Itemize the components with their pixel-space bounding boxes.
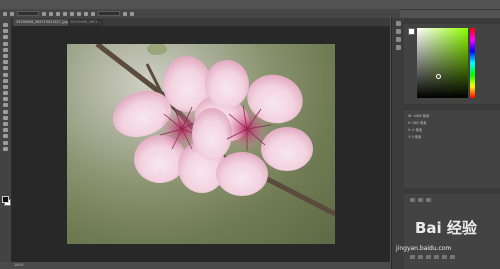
edit-toolbar-icon[interactable] xyxy=(3,146,8,151)
properties-row: X: 0 像素 xyxy=(408,128,423,132)
align-left-icon[interactable] xyxy=(49,11,53,16)
brush-tool[interactable] xyxy=(3,66,8,71)
align-top-icon[interactable] xyxy=(70,11,74,16)
actions-panel-icon[interactable] xyxy=(396,29,401,34)
delete-layer-icon[interactable] xyxy=(450,255,455,259)
layer-mask-icon[interactable] xyxy=(426,255,431,259)
character-panel-icon[interactable] xyxy=(396,45,401,50)
eraser-tool[interactable] xyxy=(3,84,8,89)
color-panel-swatch[interactable] xyxy=(408,28,415,35)
type-tool[interactable] xyxy=(3,115,8,120)
brush-settings-icon[interactable] xyxy=(396,37,401,42)
layer-style-icon[interactable] xyxy=(418,255,423,259)
align-middle-icon[interactable] xyxy=(77,11,81,16)
3d-pan-icon[interactable] xyxy=(130,11,134,16)
history-panel-icon[interactable] xyxy=(396,21,401,26)
lasso-tool[interactable] xyxy=(3,35,8,40)
move-tool-icon[interactable] xyxy=(10,11,14,16)
color-picker-field[interactable] xyxy=(417,28,468,98)
3d-rotate-icon[interactable] xyxy=(123,11,127,16)
tools-panel xyxy=(0,18,12,269)
watermark-url: jingyan.baidu.com xyxy=(396,245,452,252)
distribute-icon[interactable] xyxy=(91,11,95,16)
quick-select-tool[interactable] xyxy=(3,41,8,46)
properties-panel-header[interactable] xyxy=(404,104,500,110)
align-right-icon[interactable] xyxy=(63,11,67,16)
peach-blossom-photo xyxy=(95,44,335,217)
link-layers-icon[interactable] xyxy=(410,255,415,259)
align-center-icon[interactable] xyxy=(56,11,60,16)
history-brush-tool[interactable] xyxy=(3,78,8,83)
watermark-logo: Bai 经验 xyxy=(415,219,477,237)
tab-document-inactive[interactable]: 20190406_0851... xyxy=(68,19,103,26)
crop-tool[interactable] xyxy=(3,47,8,52)
hand-tool[interactable] xyxy=(3,134,8,139)
document-tabs: 20190406_085719421317_jpg @ 100%(RGB/8#)… xyxy=(12,18,390,26)
color-picker-cursor[interactable] xyxy=(436,74,441,79)
layer-lock-icon[interactable] xyxy=(418,198,423,202)
foreground-color-swatch[interactable] xyxy=(2,196,9,203)
canvas-image[interactable] xyxy=(67,44,335,244)
healing-brush-tool[interactable] xyxy=(3,60,8,65)
align-bottom-icon[interactable] xyxy=(84,11,88,16)
color-panel-header[interactable] xyxy=(404,18,500,24)
layers-panel-header[interactable] xyxy=(404,188,500,194)
transform-controls-checkbox[interactable] xyxy=(42,11,46,16)
hue-slider[interactable] xyxy=(470,28,475,98)
properties-row: W: 1086 像素 xyxy=(408,114,430,118)
clone-stamp-tool[interactable] xyxy=(3,72,8,77)
shape-tool[interactable] xyxy=(3,128,8,133)
new-layer-icon[interactable] xyxy=(442,255,447,259)
3d-mode-dropdown[interactable] xyxy=(98,11,120,16)
layer-filter-icon[interactable] xyxy=(410,198,415,202)
move-tool[interactable] xyxy=(3,23,8,27)
layer-fill-icon[interactable] xyxy=(426,198,431,202)
blur-tool[interactable] xyxy=(3,97,8,102)
eyedropper-tool[interactable] xyxy=(3,53,8,58)
properties-row: H: 885 像素 xyxy=(408,121,427,125)
options-bar xyxy=(0,9,400,18)
auto-select-dropdown[interactable] xyxy=(17,11,39,16)
path-select-tool[interactable] xyxy=(3,122,8,126)
home-icon[interactable] xyxy=(3,11,7,16)
gradient-tool[interactable] xyxy=(3,91,8,96)
collapsed-panel-icons xyxy=(391,18,405,269)
zoom-level[interactable]: 100% xyxy=(14,263,24,267)
pen-tool[interactable] xyxy=(3,109,8,114)
new-group-icon[interactable] xyxy=(434,255,439,259)
dodge-tool[interactable] xyxy=(3,103,8,108)
marquee-tool[interactable] xyxy=(3,29,8,34)
zoom-tool[interactable] xyxy=(3,140,8,145)
properties-row: Y: 0 像素 xyxy=(408,135,422,139)
